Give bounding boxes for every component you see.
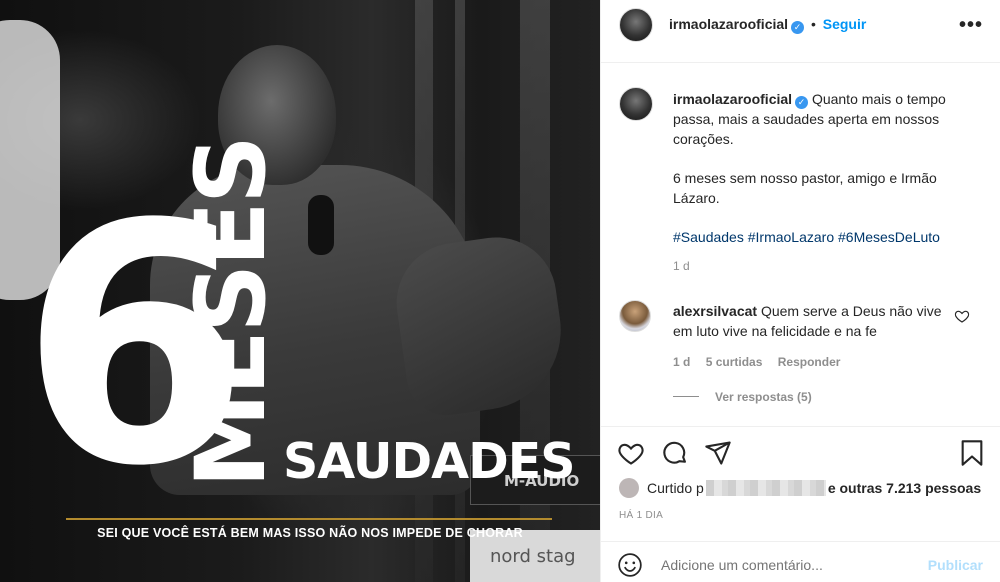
post-time[interactable]: HÁ 1 DIA — [619, 510, 663, 521]
blurred-username — [705, 480, 826, 496]
publish-button[interactable]: Publicar — [928, 557, 983, 573]
save-bookmark-icon[interactable] — [958, 439, 986, 467]
add-comment-bar: Publicar — [601, 541, 1000, 582]
post-actions-bar — [601, 426, 1000, 482]
comment-time[interactable]: 1 d — [673, 355, 690, 369]
replies-dash — [673, 396, 699, 397]
divider-line — [66, 518, 552, 520]
caption-username[interactable]: irmaolazarooficial — [673, 91, 792, 107]
post-tagline: SEI QUE VOCÊ ESTÁ BEM MAS ISSO NÃO NOS I… — [97, 526, 523, 540]
horizontal-word: SAUDADES — [283, 433, 576, 490]
share-send-icon[interactable] — [704, 439, 732, 467]
keyboard-brand-2: nord stag — [490, 546, 576, 567]
caption-avatar[interactable] — [619, 87, 653, 121]
commenter-username[interactable]: alexrsilvacat — [673, 303, 757, 319]
more-options-icon[interactable]: ••• — [959, 14, 983, 37]
follow-button[interactable]: Seguir — [823, 16, 867, 32]
comment-like-icon[interactable] — [954, 308, 970, 324]
comment-input[interactable] — [661, 557, 911, 573]
post-side-panel: irmaolazarooficial ✓ • Seguir ••• irmaola… — [600, 0, 1000, 582]
separator-dot: • — [810, 16, 816, 32]
view-replies-label: Ver respostas (5) — [715, 390, 812, 404]
header-author-line: irmaolazarooficial ✓ • Seguir — [669, 16, 866, 34]
liker-avatar — [619, 478, 639, 498]
verified-badge-icon: ✓ — [795, 96, 809, 109]
comment-likes[interactable]: 5 curtidas — [706, 355, 763, 369]
author-avatar[interactable] — [619, 8, 653, 42]
comment-bubble-icon[interactable] — [661, 439, 689, 467]
reply-button[interactable]: Responder — [778, 355, 841, 369]
emoji-icon[interactable] — [617, 552, 643, 578]
post-image[interactable]: M-AUDIO nord stag 6 MESES SAUDADES SEI Q… — [0, 0, 600, 582]
likes-prefix: Curtido p — [647, 480, 704, 496]
comment-item: alexrsilvacat Quem serve a Deus não vive… — [673, 301, 953, 341]
view-replies-button[interactable]: Ver respostas (5) — [673, 390, 812, 404]
likes-suffix: e outras 7.213 pessoas — [827, 480, 982, 496]
vertical-word: MESES — [175, 138, 287, 488]
post-caption: irmaolazarooficial ✓ Quanto mais o tempo … — [673, 89, 973, 276]
comment-meta: 1 d 5 curtidas Responder — [673, 355, 852, 369]
caption-time[interactable]: 1 d — [673, 256, 973, 276]
post-header: irmaolazarooficial ✓ • Seguir ••• — [601, 0, 1000, 63]
caption-text-2: 6 meses sem nosso pastor, amigo e Irmão … — [673, 170, 937, 206]
commenter-avatar[interactable] — [619, 300, 651, 332]
verified-badge-icon: ✓ — [791, 21, 805, 34]
like-heart-icon[interactable] — [617, 439, 645, 467]
microphone — [308, 195, 334, 255]
caption-hashtags[interactable]: #Saudades #IrmaoLazaro #6MesesDeLuto — [673, 227, 973, 247]
likes-summary[interactable]: Curtido p e outras 7.213 pessoas — [619, 478, 981, 498]
author-username[interactable]: irmaolazarooficial — [669, 16, 788, 32]
